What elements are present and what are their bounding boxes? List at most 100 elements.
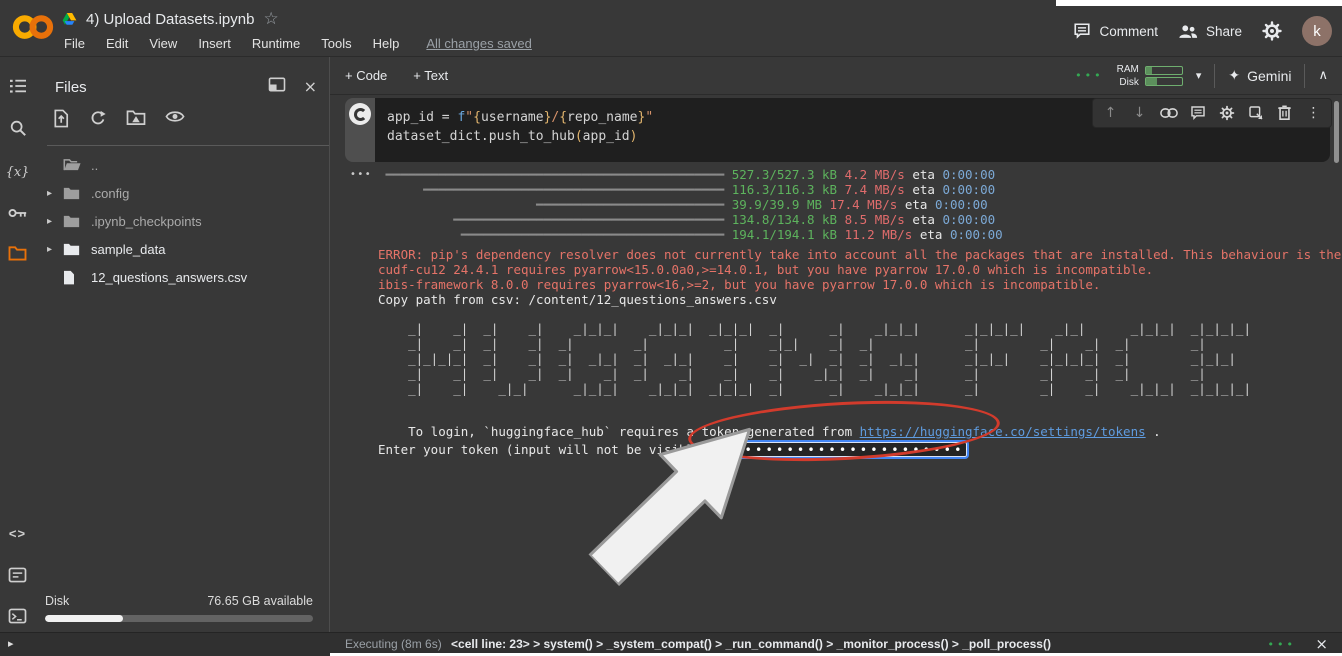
folder-icon — [63, 186, 87, 200]
gemini-label: Gemini — [1247, 68, 1291, 84]
cell-more-menu-icon[interactable]: ⋮ — [1299, 99, 1328, 127]
notebook-area: + Code + Text ••• RAM Disk ▾ ✦ — [330, 57, 1342, 632]
menu-view[interactable]: View — [149, 36, 177, 51]
tree-item-ipynb-checkpoints[interactable]: ▸ .ipynb_checkpoints — [35, 207, 329, 235]
search-icon[interactable] — [0, 115, 35, 141]
comment-button[interactable]: Comment — [1073, 22, 1158, 40]
show-hidden-eye-icon[interactable] — [165, 109, 185, 128]
tree-item-label: .ipynb_checkpoints — [91, 214, 202, 229]
menu-runtime[interactable]: Runtime — [252, 36, 300, 51]
copy-path-line: Copy path from csv: /content/12_question… — [378, 292, 1342, 307]
folder-icon — [63, 214, 87, 228]
saved-status[interactable]: All changes saved — [426, 36, 532, 51]
disk-available: 76.65 GB available — [207, 594, 313, 608]
folder-open-icon — [63, 158, 87, 172]
gemini-button[interactable]: ✦ Gemini — [1228, 68, 1291, 84]
pip-progress-output: ━━━━━━━━━━━━━━━━━━━━━━━━━━━━━━━━━━━━━━━━… — [378, 167, 1003, 242]
collapse-sections-icon[interactable]: ∧ — [1318, 68, 1328, 83]
output-options-icon[interactable]: ••• — [350, 169, 372, 180]
menubar: File Edit View Insert Runtime Tools Help All c… — [64, 36, 532, 51]
files-folder-icon[interactable] — [0, 240, 35, 266]
menu-insert[interactable]: Insert — [198, 36, 231, 51]
share-button[interactable]: Share — [1178, 23, 1242, 40]
move-cell-up-icon[interactable]: ↑ — [1096, 99, 1125, 127]
login-prefix: To login, `huggingface_hub` requires a t… — [378, 424, 860, 439]
code-line: dataset_dict.push_to_hub(app_id) — [387, 127, 1330, 146]
scrollbar-thumb[interactable] — [1334, 101, 1339, 163]
menu-file[interactable]: File — [64, 36, 85, 51]
close-status-icon[interactable]: × — [1315, 635, 1328, 653]
tree-item-label: 12_questions_answers.csv — [91, 270, 247, 285]
error-line: ibis-framework 8.0.0 requires pyarrow<16… — [378, 277, 1342, 292]
notebook-body: app_id = f"{username}/{repo_name}"datase… — [330, 95, 1342, 631]
add-text-button[interactable]: + Text — [413, 68, 448, 83]
login-suffix: . — [1146, 424, 1161, 439]
execution-trace: <cell line: 23> > system() > _system_com… — [451, 637, 1051, 651]
header: 4) Upload Datasets.ipynb ☆ File Edit View I… — [0, 0, 1342, 57]
ram-label: RAM — [1117, 63, 1139, 76]
huggingface-tokens-link[interactable]: https://huggingface.co/settings/tokens — [860, 424, 1146, 439]
left-rail: {x} <> — [0, 57, 35, 632]
add-code-button[interactable]: + Code — [345, 68, 387, 83]
file-icon — [63, 270, 87, 285]
delete-cell-trash-icon[interactable] — [1270, 99, 1299, 127]
notebook-title[interactable]: 4) Upload Datasets.ipynb — [86, 11, 254, 28]
tree-item-config[interactable]: ▸ .config — [35, 179, 329, 207]
variables-icon[interactable]: {x} — [0, 159, 35, 185]
panel-layout-icon[interactable] — [268, 77, 286, 96]
tree-item-[interactable]: .. — [35, 151, 329, 179]
settings-gear-icon[interactable] — [1262, 21, 1282, 41]
huggingface-ascii-banner: _| _| _| _| _|_|_| _|_|_| _|_|_| _| _| _… — [378, 321, 1251, 396]
code-snippets-icon[interactable]: <> — [0, 520, 35, 546]
tree-item-label: .config — [91, 186, 129, 201]
tree-expand-caret[interactable]: ▸ — [47, 244, 63, 255]
tree-item-12-questions-answers-csv[interactable]: 12_questions_answers.csv — [35, 263, 329, 291]
tree-item-sample-data[interactable]: ▸ sample_data — [35, 235, 329, 263]
close-panel-icon[interactable]: × — [304, 77, 317, 96]
disk-usage-bar — [45, 615, 313, 622]
comment-icon — [1073, 22, 1091, 40]
menu-help[interactable]: Help — [373, 36, 400, 51]
expand-terminal-icon[interactable]: ▸ — [8, 637, 14, 650]
pip-error-output: ERROR: pip's dependency resolver does no… — [378, 247, 1342, 307]
cell-run-strip — [345, 98, 375, 162]
ram-usage-bar — [1145, 66, 1183, 75]
avatar[interactable]: k — [1302, 16, 1332, 46]
disk-usage-bar-toolbar — [1145, 77, 1183, 86]
upload-file-icon[interactable] — [53, 109, 70, 128]
cell-settings-gear-icon[interactable] — [1212, 99, 1241, 127]
mount-drive-icon[interactable] — [126, 109, 146, 128]
progress-line: ━━━━━━━━━━━━━━━━━━━━━━━━━━━━━━━━━━━━━━━━… — [378, 167, 1003, 182]
refresh-icon[interactable] — [89, 109, 107, 128]
progress-line: ━━━━━━━━━━━━━━━━━━━━━━━━━━━━━━━━━━━ 194.… — [378, 227, 1003, 242]
tree-expand-caret[interactable]: ▸ — [47, 216, 63, 227]
progress-line: ━━━━━━━━━━━━━━━━━━━━━━━━━━━━━━━━━━━━ 134… — [378, 212, 1003, 227]
busy-indicator: ••• — [1075, 69, 1103, 82]
command-palette-icon[interactable] — [0, 562, 35, 588]
tree-expand-caret[interactable]: ▸ — [47, 188, 63, 199]
menu-edit[interactable]: Edit — [106, 36, 128, 51]
chevron-down-icon[interactable]: ▾ — [1196, 69, 1202, 82]
tree-item-label: sample_data — [91, 242, 165, 257]
drive-icon — [62, 13, 77, 26]
tree-item-label: .. — [91, 158, 98, 173]
copy-link-icon[interactable] — [1154, 99, 1183, 127]
notebook-toolbar: + Code + Text ••• RAM Disk ▾ ✦ — [330, 57, 1342, 95]
colab-logo[interactable] — [12, 13, 54, 41]
star-icon[interactable]: ☆ — [263, 9, 278, 29]
resources-widget[interactable]: RAM Disk — [1117, 63, 1183, 89]
colab-window: 4) Upload Datasets.ipynb ☆ File Edit View I… — [0, 0, 1342, 656]
error-line: cudf-cu12 24.4.1 requires pyarrow<15.0.0… — [378, 262, 1342, 277]
cell-stop-button[interactable] — [349, 103, 371, 125]
mirror-cell-icon[interactable] — [1241, 99, 1270, 127]
share-icon — [1178, 23, 1198, 40]
move-cell-down-icon[interactable]: ↓ — [1125, 99, 1154, 127]
table-of-contents-icon[interactable] — [0, 73, 35, 99]
progress-line: ━━━━━━━━━━━━━━━━━━━━━━━━━━━━━━━━━━━━━━━━… — [378, 182, 1003, 197]
menu-tools[interactable]: Tools — [321, 36, 351, 51]
terminal-icon[interactable] — [0, 603, 35, 629]
disk-label: Disk — [45, 594, 69, 608]
secrets-key-icon[interactable] — [0, 200, 35, 226]
add-comment-icon[interactable] — [1183, 99, 1212, 127]
disk-label-toolbar: Disk — [1117, 76, 1139, 89]
